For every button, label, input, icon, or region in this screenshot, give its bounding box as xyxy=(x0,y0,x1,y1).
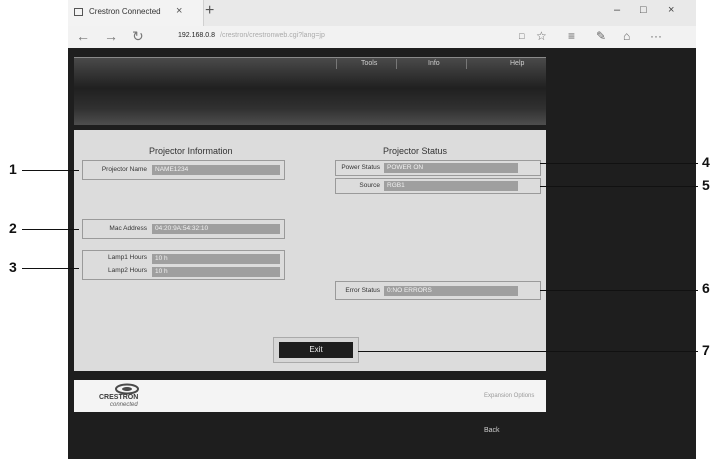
menu-divider xyxy=(336,59,337,69)
logo-main-text: CRESTRON xyxy=(99,394,139,401)
hub-icon[interactable]: ≡ xyxy=(568,29,575,43)
callout-4: 4 xyxy=(702,154,710,170)
power-status-value: POWER ON xyxy=(384,163,518,173)
source-label: Source xyxy=(359,182,380,189)
callout-line-4 xyxy=(540,163,698,164)
refresh-icon[interactable]: ↻ xyxy=(132,28,144,45)
error-status-value: 0:NO ERRORS xyxy=(384,286,518,296)
callout-5: 5 xyxy=(702,177,710,193)
tab-title: Crestron Connected xyxy=(89,7,161,16)
callout-line-1 xyxy=(22,170,79,171)
forward-arrow-icon[interactable]: → xyxy=(104,28,118,44)
url-path: /crestron/crestronweb.cgi?lang=jp xyxy=(220,32,325,39)
maximize-button[interactable]: □ xyxy=(640,4,647,16)
tab-bar: Crestron Connected × + – □ × xyxy=(68,0,696,26)
address-bar: ← → ↻ 192.168.0.8 /crestron/crestronweb.… xyxy=(68,26,696,49)
main-panel: Projector Information Projector Status P… xyxy=(74,130,546,371)
callout-6: 6 xyxy=(702,280,710,296)
projector-name-label: Projector Name xyxy=(101,166,147,173)
power-status-row: Power Status POWER ON xyxy=(335,160,541,176)
back-arrow-icon[interactable]: ← xyxy=(76,28,90,44)
projector-information-title: Projector Information xyxy=(149,146,233,156)
more-icon[interactable]: ··· xyxy=(650,29,662,43)
mac-address-label: Mac Address xyxy=(109,225,147,232)
url-host: 192.168.0.8 xyxy=(178,32,215,39)
menu-divider xyxy=(396,59,397,69)
menu-divider xyxy=(466,59,467,69)
share-icon[interactable]: ⌂ xyxy=(623,29,630,43)
logo-sub-text: connected xyxy=(110,402,138,408)
reading-view-icon[interactable]: □ xyxy=(519,31,524,41)
callout-line-3 xyxy=(22,268,79,269)
notes-pen-icon[interactable]: ✎ xyxy=(596,29,606,43)
lamp2-hours-label: Lamp2 Hours xyxy=(107,267,147,274)
callout-2: 2 xyxy=(9,220,17,236)
projector-status-title: Projector Status xyxy=(383,146,448,156)
source-row: Source RGB1 xyxy=(335,178,541,194)
lamp-hours-group: Lamp1 Hours 10 h Lamp2 Hours 10 h xyxy=(82,250,285,280)
menu-tools[interactable]: Tools xyxy=(361,60,377,67)
error-status-label: Error Status xyxy=(345,287,380,294)
header-banner: Tools Info Help xyxy=(74,57,546,125)
browser-window: Crestron Connected × + – □ × ← → ↻ 192.1… xyxy=(68,0,696,459)
web-page: Tools Info Help Projector Information Pr… xyxy=(68,48,696,459)
new-tab-button[interactable]: + xyxy=(205,2,214,20)
footer: CRESTRON connected Expansion Options xyxy=(74,380,546,412)
lamp2-hours-value: 10 h xyxy=(152,267,280,277)
mac-address-value: 04:20:9A:54:32:10 xyxy=(152,224,280,234)
callout-line-2 xyxy=(22,229,79,230)
callout-line-7 xyxy=(358,351,698,352)
source-value: RGB1 xyxy=(384,181,518,191)
menu-info[interactable]: Info xyxy=(428,60,440,67)
projector-name-row: Projector Name NAME1234 xyxy=(82,160,285,180)
url-field[interactable]: 192.168.0.8 /crestron/crestronweb.cgi?la… xyxy=(178,30,508,44)
expansion-options-link[interactable]: Expansion Options xyxy=(484,393,534,399)
lamp1-hours-value: 10 h xyxy=(152,254,280,264)
callout-3: 3 xyxy=(9,259,17,275)
projector-name-value: NAME1234 xyxy=(152,165,280,175)
power-status-label: Power Status xyxy=(341,164,380,171)
callout-line-6 xyxy=(540,290,698,291)
callout-1: 1 xyxy=(9,161,17,177)
error-status-row: Error Status 0:NO ERRORS xyxy=(335,281,541,300)
exit-button-label: Exit xyxy=(279,342,353,358)
page-icon xyxy=(74,8,83,16)
minimize-button[interactable]: – xyxy=(614,4,620,16)
close-window-button[interactable]: × xyxy=(668,4,674,16)
callout-line-5 xyxy=(540,186,698,187)
mac-address-row: Mac Address 04:20:9A:54:32:10 xyxy=(82,219,285,239)
close-tab-icon[interactable]: × xyxy=(176,5,182,17)
exit-button[interactable]: Exit xyxy=(273,337,359,363)
back-link[interactable]: Back xyxy=(484,427,500,434)
menu-help[interactable]: Help xyxy=(510,60,524,67)
lamp1-hours-label: Lamp1 Hours xyxy=(107,254,147,261)
favorite-star-icon[interactable]: ☆ xyxy=(536,29,547,43)
callout-7: 7 xyxy=(702,342,710,358)
browser-tab[interactable]: Crestron Connected × xyxy=(68,0,204,26)
